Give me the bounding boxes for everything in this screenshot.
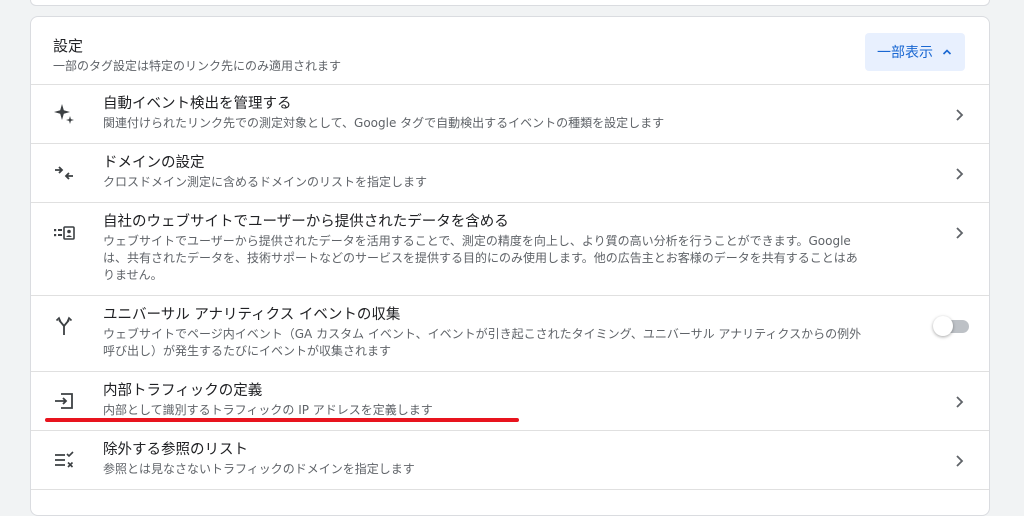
row-user-provided-data[interactable]: 自社のウェブサイトでユーザーから提供されたデータを含める ウェブサイトでユーザー… (31, 203, 989, 296)
row-ua-event-collection[interactable]: ユニバーサル アナリティクス イベントの収集 ウェブサイトでページ内イベント（G… (31, 296, 989, 372)
exclude-list-icon (51, 447, 77, 473)
fork-icon (51, 313, 77, 339)
row-title: ドメインの設定 (103, 155, 205, 171)
row-domain-settings[interactable]: ドメインの設定 クロスドメイン測定に含めるドメインのリストを指定します (31, 144, 989, 203)
chevron-right-icon[interactable] (951, 166, 967, 182)
chevron-right-icon[interactable] (951, 225, 967, 241)
row-description: クロスドメイン測定に含めるドメインのリストを指定します (103, 175, 428, 189)
row-description: ウェブサイトでページ内イベント（GA カスタム イベント、イベントが引き起こされ… (103, 327, 862, 358)
row-internal-traffic[interactable]: 内部トラフィックの定義 内部として識別するトラフィックの IP アドレスを定義し… (31, 372, 989, 431)
chevron-right-icon[interactable] (951, 394, 967, 410)
settings-card: 設定 一部のタグ設定は特定のリンク先にのみ適用されます 一部表示 自動イベント検… (30, 16, 990, 516)
sparkle-icon (51, 101, 77, 127)
show-less-button[interactable]: 一部表示 (865, 33, 965, 71)
show-less-label: 一部表示 (877, 45, 933, 61)
chevron-right-icon[interactable] (951, 107, 967, 123)
row-title: 内部トラフィックの定義 (103, 383, 263, 399)
ua-event-collection-toggle[interactable] (933, 316, 971, 336)
row-next-partial (31, 490, 989, 510)
user-data-icon (51, 220, 77, 246)
settings-header: 設定 一部のタグ設定は特定のリンク先にのみ適用されます 一部表示 (31, 17, 989, 85)
settings-subtitle: 一部のタグ設定は特定のリンク先にのみ適用されます (53, 59, 342, 73)
login-icon (51, 388, 77, 414)
toggle-knob (933, 316, 953, 336)
chevron-up-icon (942, 49, 952, 55)
chevron-right-icon[interactable] (951, 453, 967, 469)
red-underline-annotation (45, 418, 519, 422)
row-description: 内部として識別するトラフィックの IP アドレスを定義します (103, 403, 433, 417)
previous-card-edge (30, 0, 990, 6)
row-title: 除外する参照のリスト (103, 442, 248, 458)
row-title: 自社のウェブサイトでユーザーから提供されたデータを含める (103, 214, 509, 230)
row-description: ウェブサイトでユーザーから提供されたデータを活用することで、測定の精度を向上し、… (103, 234, 858, 282)
merge-arrows-icon (51, 160, 77, 186)
row-referral-exclusion[interactable]: 除外する参照のリスト 参照とは見なさないトラフィックのドメインを指定します (31, 431, 989, 490)
row-auto-event-detection[interactable]: 自動イベント検出を管理する 関連付けられたリンク先での測定対象として、Googl… (31, 85, 989, 144)
settings-title: 設定 (53, 37, 84, 55)
row-title: ユニバーサル アナリティクス イベントの収集 (103, 307, 401, 323)
row-description: 参照とは見なさないトラフィックのドメインを指定します (103, 462, 415, 476)
row-title: 自動イベント検出を管理する (103, 96, 292, 112)
row-description: 関連付けられたリンク先での測定対象として、Google タグで自動検出するイベン… (103, 116, 665, 130)
